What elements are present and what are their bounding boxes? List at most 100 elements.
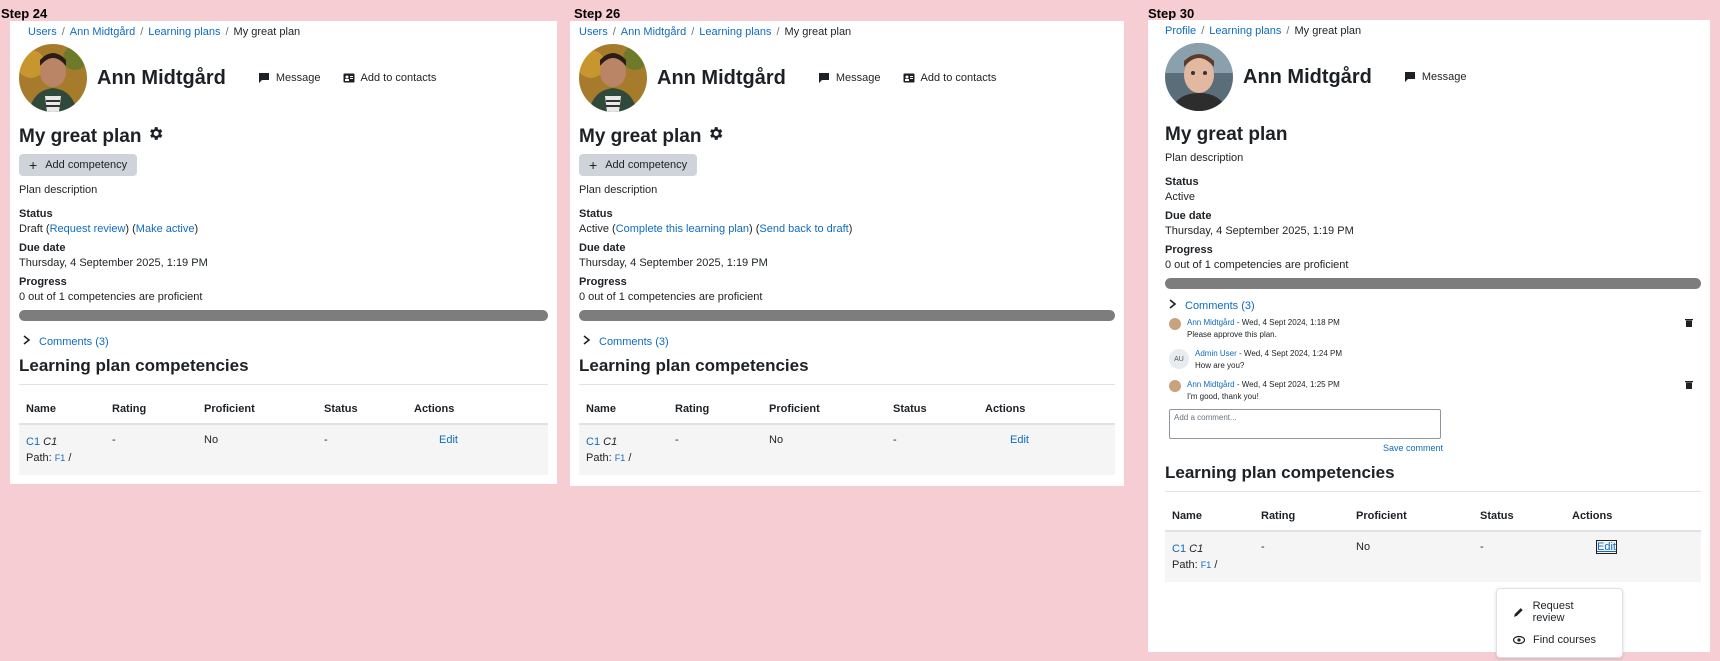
profile-header: Ann Midtgård Message (1165, 42, 1701, 112)
status-value: Active (1165, 191, 1195, 203)
breadcrumb-profile[interactable]: Profile (1165, 25, 1196, 37)
screenshot-panel: Users / Ann Midtgård / Learning plans / My … (10, 21, 557, 484)
framework-link[interactable]: F1 (1201, 560, 1212, 570)
breadcrumb-users[interactable]: Users (579, 26, 608, 38)
breadcrumb-learning-plans[interactable]: Learning plans (699, 26, 771, 38)
competencies-table: Name Rating Proficient Status Actions C1… (1165, 500, 1701, 582)
edit-menu-link[interactable]: Edit (1596, 540, 1617, 554)
status-value: Draft (Request review) (Make active) (19, 223, 199, 235)
competency-link[interactable]: C1 (1172, 543, 1186, 555)
contact-card-icon (343, 73, 355, 83)
comment-author-link[interactable]: Ann Midtgård (1187, 318, 1235, 327)
col-name: Name (1165, 500, 1254, 532)
complete-plan-link[interactable]: Complete this learning plan (616, 223, 749, 235)
message-icon (258, 73, 269, 83)
col-rating: Rating (1254, 500, 1349, 532)
edit-menu-link[interactable]: Edit (439, 434, 458, 446)
add-to-contacts-action[interactable]: Add to contacts (903, 72, 996, 84)
col-proficient: Proficient (762, 393, 886, 425)
due-date-value: Thursday, 4 September 2025, 1:19 PM (1165, 225, 1354, 237)
comments-toggle[interactable]: Comments (3) (1169, 299, 1701, 312)
breadcrumb-user[interactable]: Ann Midtgård (621, 26, 686, 38)
due-date-label: Due date (1165, 210, 1212, 222)
message-action[interactable]: Message (818, 72, 881, 84)
comment-author-link[interactable]: Ann Midtgård (1187, 380, 1235, 389)
section-title: Learning plan competencies (19, 356, 548, 385)
message-action[interactable]: Message (258, 72, 321, 84)
status-label: Status (579, 208, 613, 220)
competency-link[interactable]: C1 (586, 436, 600, 448)
competencies-table: Name Rating Proficient Status Actions C1… (579, 393, 1115, 475)
step-label: Step 30 (1148, 6, 1195, 21)
send-back-to-draft-link[interactable]: Send back to draft (759, 223, 848, 235)
comments-toggle[interactable]: Comments (3) (23, 335, 548, 348)
breadcrumb-learning-plans[interactable]: Learning plans (1209, 25, 1281, 37)
status-value: Active (Complete this learning plan) (Se… (579, 223, 853, 235)
chevron-right-icon (1169, 299, 1177, 312)
menu-item-request-review[interactable]: Request review (1497, 595, 1622, 629)
add-competency-button[interactable]: + Add competency (579, 154, 698, 176)
request-review-link[interactable]: Request review (50, 223, 126, 235)
breadcrumb: Users / Ann Midtgård / Learning plans / My … (28, 26, 301, 38)
add-to-contacts-action[interactable]: Add to contacts (343, 72, 436, 84)
col-proficient: Proficient (1349, 500, 1473, 532)
framework-link[interactable]: F1 (615, 453, 626, 463)
breadcrumb: Profile / Learning plans / My great plan (1165, 25, 1362, 37)
col-status: Status (886, 393, 978, 425)
avatar (1169, 318, 1181, 330)
table-row: C1 C1 Path: F1 / - No - Edit (19, 424, 548, 475)
comment-author-link[interactable]: Admin User (1195, 349, 1237, 358)
add-competency-button[interactable]: + Add competency (19, 154, 138, 176)
plan-title: My great plan (579, 125, 1115, 148)
user-name: Ann Midtgård (97, 66, 226, 89)
col-proficient: Proficient (197, 393, 317, 425)
gear-icon[interactable] (707, 125, 724, 148)
plan-title: My great plan (19, 125, 548, 148)
menu-item-find-courses[interactable]: Find courses (1497, 629, 1622, 651)
breadcrumb: Users / Ann Midtgård / Learning plans / My … (579, 26, 852, 38)
trash-icon[interactable] (1685, 318, 1693, 329)
chevron-right-icon (583, 335, 591, 348)
avatar: AU (1169, 349, 1189, 369)
profile-header: Ann Midtgård Message Add to contacts (579, 43, 1115, 113)
message-action[interactable]: Message (1404, 71, 1467, 83)
user-name: Ann Midtgård (1243, 65, 1372, 88)
plus-icon: + (589, 157, 598, 173)
breadcrumb-users[interactable]: Users (28, 26, 57, 38)
edit-menu-link[interactable]: Edit (1010, 434, 1029, 446)
breadcrumb-current: My great plan (784, 26, 852, 38)
competency-link[interactable]: C1 (26, 436, 40, 448)
breadcrumb-learning-plans[interactable]: Learning plans (148, 26, 220, 38)
comments-toggle[interactable]: Comments (3) (583, 335, 1115, 348)
avatar[interactable] (1165, 43, 1233, 111)
due-date-label: Due date (19, 242, 66, 254)
avatar[interactable] (579, 44, 647, 112)
progress-bar (1165, 278, 1701, 289)
avatar[interactable] (19, 44, 87, 112)
col-actions: Actions (1565, 500, 1701, 532)
competencies-table: Name Rating Proficient Status Actions C1… (19, 393, 548, 475)
section-title: Learning plan competencies (579, 356, 1115, 385)
col-name: Name (19, 393, 105, 425)
progress-bar (579, 310, 1115, 321)
pencil-icon (1513, 608, 1523, 617)
trash-icon[interactable] (1685, 380, 1693, 391)
user-name: Ann Midtgård (657, 66, 786, 89)
breadcrumb-user[interactable]: Ann Midtgård (70, 26, 135, 38)
status-label: Status (19, 208, 53, 220)
save-comment-link[interactable]: Save comment (1383, 443, 1701, 453)
gear-icon[interactable] (147, 125, 164, 148)
progress-bar (19, 310, 548, 321)
avatar (1169, 380, 1181, 392)
make-active-link[interactable]: Make active (136, 223, 195, 235)
col-name: Name (579, 393, 668, 425)
edit-dropdown-menu: Request review Find courses (1496, 588, 1623, 658)
comment-input[interactable]: Add a comment... (1169, 409, 1441, 439)
screenshot-panel: Profile / Learning plans / My great plan A… (1148, 20, 1710, 658)
progress-text: 0 out of 1 competencies are proficient (19, 291, 203, 303)
message-icon (818, 73, 829, 83)
plan-description: Plan description (579, 184, 658, 196)
framework-link[interactable]: F1 (55, 453, 66, 463)
progress-text: 0 out of 1 competencies are proficient (579, 291, 763, 303)
col-actions: Actions (978, 393, 1115, 425)
